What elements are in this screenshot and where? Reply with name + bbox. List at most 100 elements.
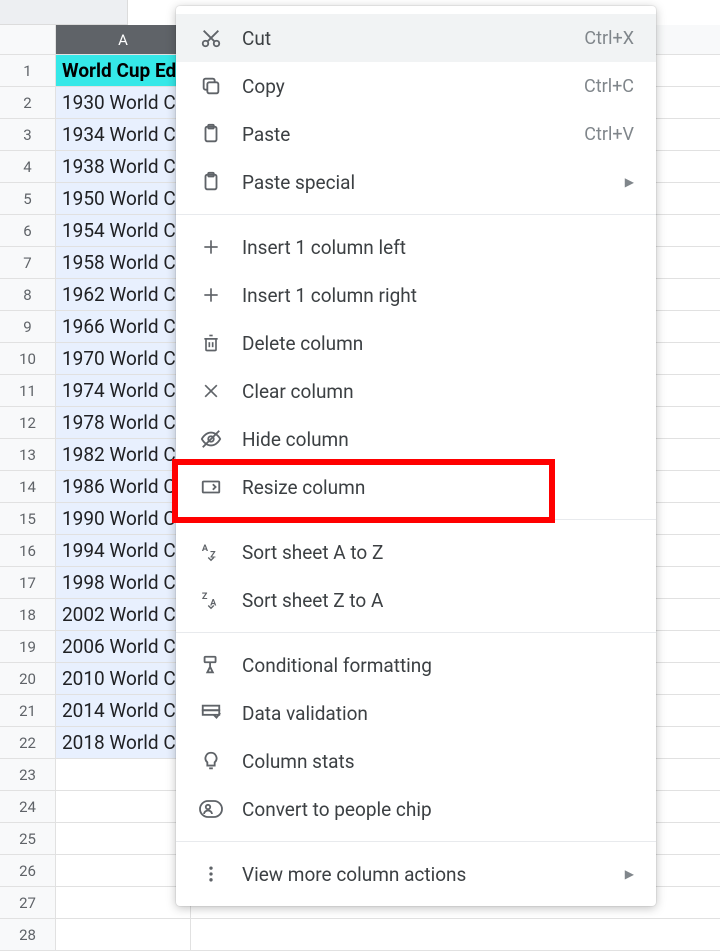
cell[interactable]: 2006 World Cup bbox=[56, 631, 191, 663]
paste-special-icon bbox=[198, 169, 224, 195]
row-header[interactable]: 23 bbox=[0, 759, 56, 791]
cell[interactable]: 1998 World Cup bbox=[56, 567, 191, 599]
cell[interactable]: 1990 World Cup bbox=[56, 503, 191, 535]
cell[interactable]: 1962 World Cup bbox=[56, 279, 191, 311]
menu-people-chip[interactable]: Convert to people chip bbox=[176, 785, 656, 833]
cell[interactable]: 1954 World Cup bbox=[56, 215, 191, 247]
cell[interactable]: 2010 World Cup bbox=[56, 663, 191, 695]
menu-label: Data validation bbox=[242, 702, 634, 725]
menu-hide-column[interactable]: Hide column bbox=[176, 415, 656, 463]
menu-label: Convert to people chip bbox=[242, 798, 634, 821]
menu-sort-za[interactable]: ZA Sort sheet Z to A bbox=[176, 576, 656, 624]
cell[interactable] bbox=[56, 823, 191, 855]
corner-cell[interactable] bbox=[0, 25, 56, 55]
cell[interactable]: 1986 World Cup bbox=[56, 471, 191, 503]
row-header[interactable]: 5 bbox=[0, 183, 56, 215]
row-header[interactable]: 9 bbox=[0, 311, 56, 343]
svg-text:A: A bbox=[202, 544, 209, 554]
menu-label: Hide column bbox=[242, 428, 634, 451]
menu-sort-az[interactable]: AZ Sort sheet A to Z bbox=[176, 528, 656, 576]
row-header[interactable]: 25 bbox=[0, 823, 56, 855]
menu-label: View more column actions bbox=[242, 863, 625, 886]
cell[interactable] bbox=[56, 919, 191, 951]
menu-paste-special[interactable]: Paste special ▶ bbox=[176, 158, 656, 206]
row-header[interactable]: 8 bbox=[0, 279, 56, 311]
cell[interactable] bbox=[56, 887, 191, 919]
cell[interactable]: 1938 World Cup bbox=[56, 151, 191, 183]
column-context-menu: Cut Ctrl+X Copy Ctrl+C Paste Ctrl+V Past… bbox=[176, 6, 656, 906]
row-header[interactable]: 18 bbox=[0, 599, 56, 631]
menu-more-actions[interactable]: View more column actions ▶ bbox=[176, 850, 656, 898]
validation-icon bbox=[198, 700, 224, 726]
row-header[interactable]: 15 bbox=[0, 503, 56, 535]
cell[interactable]: 1994 World Cup bbox=[56, 535, 191, 567]
menu-insert-right[interactable]: Insert 1 column right bbox=[176, 271, 656, 319]
menu-label: Insert 1 column right bbox=[242, 284, 634, 307]
col-a: A World Cup Edition1930 World Cup1934 Wo… bbox=[56, 25, 191, 951]
row-header[interactable]: 12 bbox=[0, 407, 56, 439]
trash-icon bbox=[198, 330, 224, 356]
cell[interactable]: 1982 World Cup bbox=[56, 439, 191, 471]
plus-icon bbox=[198, 234, 224, 260]
row-header[interactable]: 24 bbox=[0, 791, 56, 823]
row-header[interactable]: 13 bbox=[0, 439, 56, 471]
cell[interactable]: 2014 World Cup bbox=[56, 695, 191, 727]
cell[interactable]: 1934 World Cup bbox=[56, 119, 191, 151]
column-header-a[interactable]: A bbox=[56, 25, 191, 55]
menu-separator bbox=[176, 519, 656, 520]
row-header[interactable]: 26 bbox=[0, 855, 56, 887]
cell[interactable]: World Cup Edition bbox=[56, 55, 191, 87]
menu-clear-column[interactable]: Clear column bbox=[176, 367, 656, 415]
cell[interactable]: 2002 World Cup bbox=[56, 599, 191, 631]
row-header[interactable]: 21 bbox=[0, 695, 56, 727]
row-header[interactable]: 27 bbox=[0, 887, 56, 919]
menu-resize-column[interactable]: Resize column bbox=[176, 463, 656, 511]
menu-delete-column[interactable]: Delete column bbox=[176, 319, 656, 367]
cell[interactable]: 1958 World Cup bbox=[56, 247, 191, 279]
menu-label: Cut bbox=[242, 27, 584, 50]
cell[interactable] bbox=[56, 759, 191, 791]
cell[interactable]: 1978 World Cup bbox=[56, 407, 191, 439]
cell[interactable] bbox=[56, 791, 191, 823]
row-header[interactable]: 28 bbox=[0, 919, 56, 951]
menu-label: Paste special bbox=[242, 171, 625, 194]
row-header[interactable]: 14 bbox=[0, 471, 56, 503]
cell[interactable] bbox=[56, 855, 191, 887]
row-header[interactable]: 22 bbox=[0, 727, 56, 759]
menu-data-validation[interactable]: Data validation bbox=[176, 689, 656, 737]
menu-paste[interactable]: Paste Ctrl+V bbox=[176, 110, 656, 158]
svg-text:A: A bbox=[210, 599, 217, 609]
chevron-right-icon: ▶ bbox=[625, 867, 634, 881]
cell[interactable]: 1970 World Cup bbox=[56, 343, 191, 375]
cell[interactable]: 1966 World Cup bbox=[56, 311, 191, 343]
cell[interactable]: 1974 World Cup bbox=[56, 375, 191, 407]
row-header[interactable]: 19 bbox=[0, 631, 56, 663]
row-rest[interactable] bbox=[191, 919, 720, 951]
row-header[interactable]: 1 bbox=[0, 55, 56, 87]
menu-insert-left[interactable]: Insert 1 column left bbox=[176, 223, 656, 271]
cell[interactable]: 1930 World Cup bbox=[56, 87, 191, 119]
toolbar-area bbox=[0, 0, 128, 25]
menu-conditional-formatting[interactable]: Conditional formatting bbox=[176, 641, 656, 689]
row-header[interactable]: 3 bbox=[0, 119, 56, 151]
menu-label: Paste bbox=[242, 123, 584, 146]
row-header[interactable]: 11 bbox=[0, 375, 56, 407]
row-header[interactable]: 16 bbox=[0, 535, 56, 567]
menu-separator bbox=[176, 632, 656, 633]
row-header[interactable]: 4 bbox=[0, 151, 56, 183]
row-header[interactable]: 2 bbox=[0, 87, 56, 119]
row-header[interactable]: 7 bbox=[0, 247, 56, 279]
menu-label: Column stats bbox=[242, 750, 634, 773]
row-header[interactable]: 10 bbox=[0, 343, 56, 375]
menu-column-stats[interactable]: Column stats bbox=[176, 737, 656, 785]
row-header[interactable]: 17 bbox=[0, 567, 56, 599]
menu-cut[interactable]: Cut Ctrl+X bbox=[176, 14, 656, 62]
copy-icon bbox=[198, 73, 224, 99]
menu-copy[interactable]: Copy Ctrl+C bbox=[176, 62, 656, 110]
cell[interactable]: 2018 World Cup bbox=[56, 727, 191, 759]
row-header[interactable]: 6 bbox=[0, 215, 56, 247]
menu-shortcut: Ctrl+V bbox=[584, 124, 634, 145]
menu-label: Insert 1 column left bbox=[242, 236, 634, 259]
cell[interactable]: 1950 World Cup bbox=[56, 183, 191, 215]
row-header[interactable]: 20 bbox=[0, 663, 56, 695]
